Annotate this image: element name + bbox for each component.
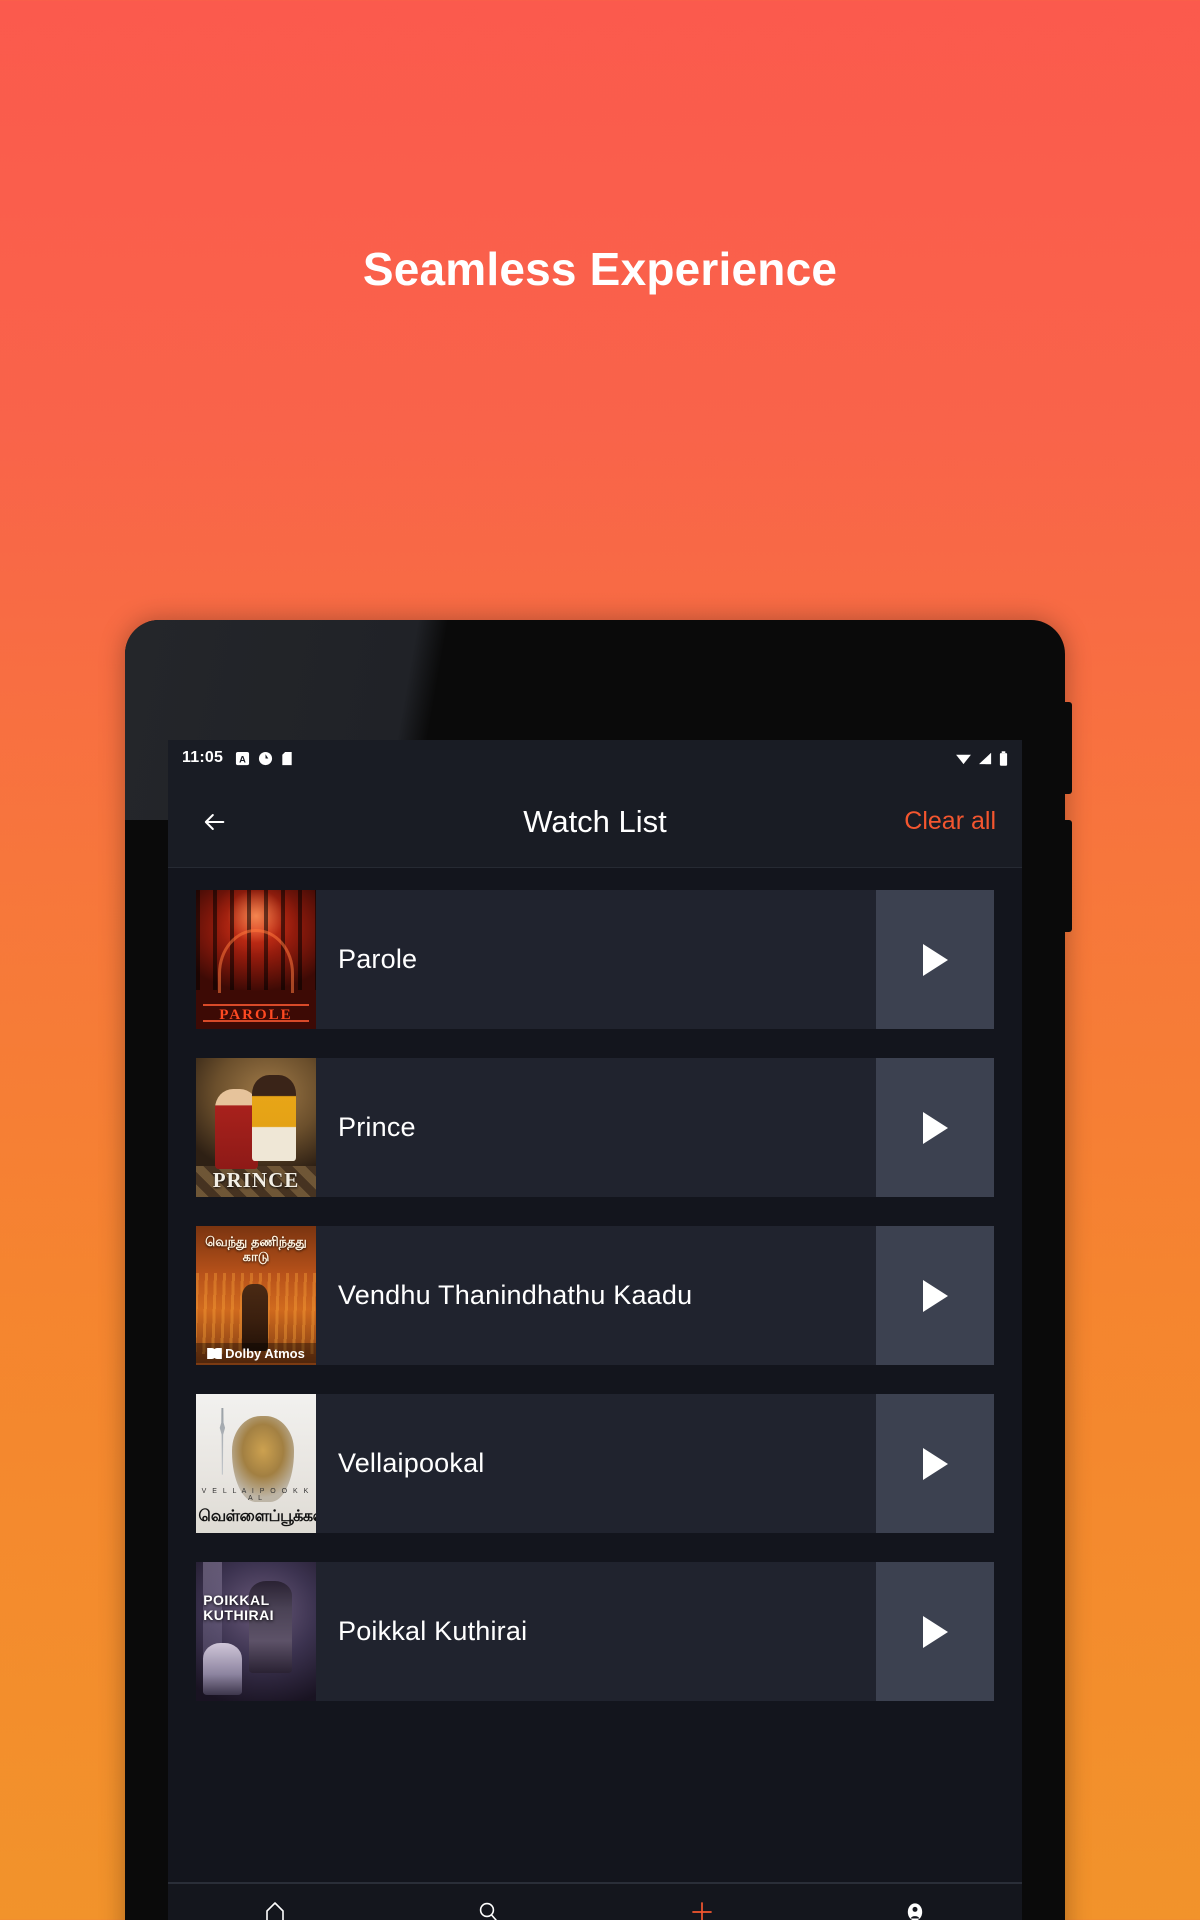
device-volume-button[interactable] <box>1064 702 1072 794</box>
poster-title-tamil: வெந்து தணிந்தது காடு <box>205 1234 307 1265</box>
search-icon <box>480 1902 498 1920</box>
play-button[interactable] <box>876 1058 994 1197</box>
dolby-logo-icon <box>207 1347 222 1359</box>
movie-title: Prince <box>338 1112 416 1142</box>
movie-title: Vendhu Thanindhathu Kaadu <box>338 1280 693 1310</box>
poster-art-tower <box>219 1407 226 1475</box>
sdcard-icon <box>282 751 292 765</box>
watch-list-item[interactable]: POIKKAL KUTHIRAI Poikkal Kuthirai <box>196 1562 994 1701</box>
watch-list[interactable]: PAROLE Parole PRINCE Prince வெந்து தணிந்… <box>168 868 1022 1882</box>
status-bar: 11:05 A <box>168 740 1022 776</box>
movie-poster: PRINCE <box>196 1058 316 1197</box>
watch-list-item[interactable]: வெந்து தணிந்தது காடு Dolby Atmos Vendhu … <box>196 1226 994 1365</box>
signal-icon <box>979 752 992 764</box>
bottom-navigation-bar: Home Search Watch List <box>168 1882 1022 1920</box>
play-button[interactable] <box>876 1562 994 1701</box>
tablet-device-frame: 11:05 A Watch List Clear all PAROLE Paro… <box>125 620 1072 1920</box>
play-icon <box>922 1447 948 1480</box>
poster-caption: வெள்ளைப்பூக்கள் <box>198 1508 316 1526</box>
poster-caption: POIKKAL KUTHIRAI <box>203 1591 275 1623</box>
app-bar: Watch List Clear all <box>168 776 1022 868</box>
nav-item-account[interactable]: Account <box>809 1900 1023 1920</box>
plus-icon <box>691 1901 712 1920</box>
movie-title: Vellaipookal <box>338 1448 485 1478</box>
nav-item-search[interactable]: Search <box>382 1900 596 1920</box>
status-bar-left-icons: A <box>235 751 293 766</box>
play-icon <box>922 1279 948 1312</box>
promo-headline: Seamless Experience <box>362 243 838 295</box>
movie-poster: PAROLE <box>196 890 316 1029</box>
home-icon <box>265 1901 284 1920</box>
movie-poster: POIKKAL KUTHIRAI <box>196 1562 316 1701</box>
app-screen: 11:05 A Watch List Clear all PAROLE Paro… <box>168 740 1022 1920</box>
back-arrow-icon <box>204 813 225 830</box>
poster-subtitle: V E L L A I P O O K K A L <box>201 1488 311 1503</box>
clear-all-button[interactable]: Clear all <box>904 807 996 836</box>
poster-art-figure <box>241 1284 268 1352</box>
back-button[interactable] <box>194 802 234 842</box>
play-button[interactable] <box>876 1226 994 1365</box>
page-title: Watch List <box>523 803 667 839</box>
movie-title: Poikkal Kuthirai <box>338 1616 528 1646</box>
nav-item-home[interactable]: Home <box>168 1900 382 1920</box>
poster-caption: PAROLE <box>203 1004 309 1023</box>
status-bar-time: 11:05 <box>182 749 224 766</box>
status-bar-right-icons <box>955 750 1008 766</box>
play-icon <box>922 1111 948 1144</box>
dolby-atmos-badge: Dolby Atmos <box>196 1343 316 1363</box>
device-power-button[interactable] <box>1064 820 1072 932</box>
movie-title: Parole <box>338 944 418 974</box>
watch-list-item[interactable]: V E L L A I P O O K K A L வெள்ளைப்பூக்கள… <box>196 1394 994 1533</box>
poster-caption: PRINCE <box>212 1167 300 1192</box>
svg-text:A: A <box>239 754 246 764</box>
movie-poster: வெந்து தணிந்தது காடு Dolby Atmos <box>196 1226 316 1365</box>
account-icon <box>908 1902 923 1920</box>
battery-icon <box>999 750 1008 766</box>
play-icon <box>922 1615 948 1648</box>
wifi-icon <box>956 754 971 764</box>
play-button[interactable] <box>876 1394 994 1533</box>
play-button[interactable] <box>876 890 994 1029</box>
play-icon <box>922 943 948 976</box>
alarm-a-icon: A <box>235 751 250 765</box>
poster-art-figure-child <box>203 1642 242 1696</box>
clock-icon <box>258 751 273 765</box>
dolby-atmos-label: Dolby Atmos <box>225 1345 305 1361</box>
poster-art-figure-man <box>252 1074 296 1161</box>
movie-poster: V E L L A I P O O K K A L வெள்ளைப்பூக்கள… <box>196 1394 316 1533</box>
watch-list-item[interactable]: PRINCE Prince <box>196 1058 994 1197</box>
nav-item-watch-list[interactable]: Watch List <box>595 1900 809 1920</box>
watch-list-item[interactable]: PAROLE Parole <box>196 890 994 1029</box>
